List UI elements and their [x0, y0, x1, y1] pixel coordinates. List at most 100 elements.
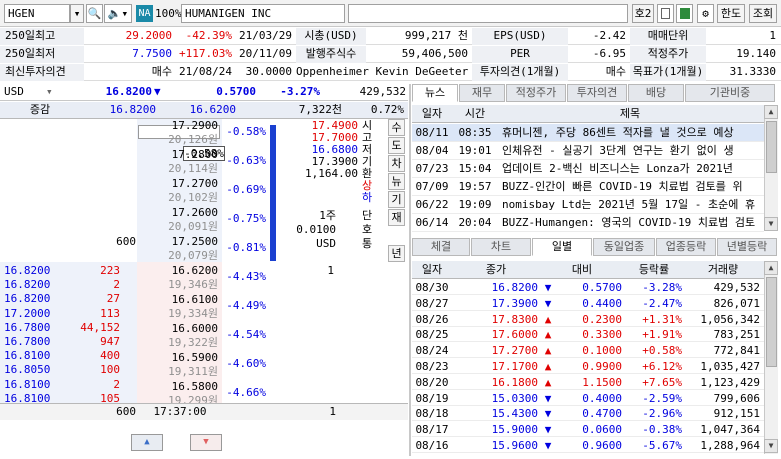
scroll-up-icon[interactable]: ▲ [764, 105, 778, 119]
tab-dividend[interactable]: 배당 [628, 84, 684, 102]
ccy-label: 통 [361, 237, 373, 250]
daily-row[interactable]: 08/18 15.4300 ▼ 0.4700 -2.96% 912,151 [412, 406, 764, 422]
tab-same-industry[interactable]: 동일업종 [593, 238, 655, 256]
info-value: 31.3330 [729, 65, 776, 78]
lookup-button[interactable]: 조회 [749, 4, 777, 23]
daily-change: 0.3300 [582, 328, 622, 342]
news-title[interactable]: BUZZ-인간이 빠른 COVID-19 치료법 검토를 위 [502, 178, 762, 196]
side-tab[interactable]: 도 [388, 137, 405, 154]
scroll-down-icon[interactable]: ▼ [764, 217, 778, 231]
search-icon[interactable]: 🔍 [86, 4, 103, 23]
ask-price[interactable]: 17.2700 [140, 177, 218, 191]
tab-chart[interactable]: 차트 [471, 238, 531, 256]
limit-button[interactable]: 한도 [717, 4, 745, 23]
bid-price[interactable]: 16.6000 [140, 322, 218, 336]
ask-price[interactable]: 17.2900 [140, 119, 218, 133]
scroll-up-button[interactable]: ▲ [131, 434, 163, 451]
news-title[interactable]: 업데이트 2-백신 비즈니스는 Lonza가 2021년 [502, 160, 762, 178]
info-label: 목표가(1개월) [630, 64, 706, 81]
symbol-dropdown-icon[interactable]: ▾ [70, 4, 84, 23]
news-title[interactable]: 휴머니젠, 주당 86센트 적자를 낼 것으로 예상 [502, 124, 762, 142]
bid-price[interactable]: 16.5900 [140, 351, 218, 365]
side-tab[interactable]: 기 [388, 191, 405, 208]
tab-opinion[interactable]: 투자의견 [567, 84, 627, 102]
min-tick: 0.0100 [296, 223, 336, 236]
scroll-thumb[interactable] [766, 277, 777, 367]
side-tab[interactable]: 수 [388, 119, 405, 136]
tab-industry-change[interactable]: 업종등락 [656, 238, 716, 256]
daily-scrollbar[interactable]: ▲ ▼ [764, 261, 778, 454]
news-row[interactable]: 06/14 20:04 BUZZ-Humangen: 영국의 COVID-19 치료… [412, 214, 764, 232]
side-tab[interactable]: 재 [388, 209, 405, 226]
tick-qty: 113 [100, 306, 120, 320]
daily-row[interactable]: 08/20 16.1800 ▲ 1.1500 +7.65% 1,123,429 [412, 375, 764, 390]
scroll-down-icon[interactable]: ▼ [764, 439, 778, 453]
news-row[interactable]: 07/23 15:04 업데이트 2-백신 비즈니스는 Lonza가 2021년 [412, 160, 764, 178]
symbol-input[interactable]: HGEN [4, 4, 70, 23]
screen-number-button[interactable]: 호2 [632, 4, 654, 23]
daily-volume: 1,288,964 [700, 439, 760, 452]
bid-price[interactable]: 16.5800 [140, 380, 218, 394]
ask-volume-bar [270, 125, 276, 261]
news-title[interactable]: nomisbay Ltd는 2021년 5월 17일 - 초순에 휴 [502, 196, 762, 214]
bid-price-krw: 19,334원 [168, 307, 218, 320]
news-row[interactable]: 06/22 19:09 nomisbay Ltd는 2021년 5월 17일 - 초… [412, 196, 764, 214]
scroll-up-icon[interactable]: ▲ [764, 261, 778, 275]
scroll-down-button[interactable]: ▼ [190, 434, 222, 451]
side-tab[interactable]: 차 [388, 155, 405, 172]
gear-icon[interactable]: ⚙ [697, 4, 714, 23]
footer-ask-qty: 600 [116, 405, 136, 418]
info-label: 매매단위 [630, 28, 706, 45]
document-icon[interactable] [657, 4, 674, 23]
info-value: 매수 [605, 65, 626, 78]
tick-price: 16.8100 [4, 349, 51, 363]
side-tab[interactable]: 뉴 [388, 173, 405, 190]
daily-row[interactable]: 08/24 17.2700 ▲ 0.1000 +0.58% 772,841 [412, 343, 764, 359]
daily-volume: 799,606 [713, 391, 760, 405]
ask-price[interactable]: 17.2800 [140, 148, 218, 162]
news-row[interactable]: 08/04 19:01 인체유전 - 실공기 3단계 연구는 환기 없이 생 [412, 142, 764, 160]
tab-trades[interactable]: 체결 [412, 238, 470, 256]
daily-row[interactable]: 08/25 17.6000 ▲ 0.3300 +1.91% 783,251 [412, 327, 764, 343]
daily-volume: 826,071 [713, 296, 760, 310]
news-scrollbar[interactable]: ▲ ▼ [764, 105, 778, 231]
tab-news[interactable]: 뉴스 [412, 84, 458, 102]
daily-row[interactable]: 08/16 15.9600 ▼ 0.9600 -5.67% 1,288,964 [412, 438, 764, 453]
tab-institution[interactable]: 기관비중 [685, 84, 775, 102]
bid-price[interactable]: 16.6100 [140, 293, 218, 307]
tab-daily[interactable]: 일별 [532, 238, 592, 256]
ask-pct: -0.69% [226, 183, 266, 196]
ask-total: 16.6200 [189, 103, 236, 116]
tab-fair-price[interactable]: 적정주가 [506, 84, 566, 102]
info-value: 999,217 천 [404, 29, 468, 42]
info-label: 투자의견(1개월) [472, 64, 568, 81]
currency-select[interactable]: USD [4, 84, 44, 100]
daily-row[interactable]: 08/27 17.3900 ▼ 0.4400 -2.47% 826,071 [412, 296, 764, 311]
daily-volume: 1,035,427 [700, 360, 760, 373]
news-title[interactable]: 인체유전 - 실공기 3단계 연구는 환기 없이 생 [502, 142, 762, 160]
news-row[interactable]: 08/11 08:35 휴머니젠, 주당 86센트 적자를 낼 것으로 예상 [412, 124, 764, 142]
tick-qty: 2 [113, 278, 120, 292]
daily-row[interactable]: 08/23 17.1700 ▲ 0.9900 +6.12% 1,035,427 [412, 359, 764, 374]
daily-row[interactable]: 08/30 16.8200 ▼ 0.5700 -3.28% 429,532 [412, 280, 764, 295]
tab-finance[interactable]: 재무 [459, 84, 505, 102]
speaker-icon[interactable]: 🔈▾ [104, 4, 132, 23]
daily-row[interactable]: 08/19 15.0300 ▼ 0.4000 -2.59% 799,606 [412, 391, 764, 406]
scroll-thumb[interactable] [766, 121, 777, 173]
chevron-down-icon[interactable]: ▾ [46, 84, 56, 100]
excel-icon[interactable] [676, 4, 693, 23]
ask-price[interactable]: 17.2500 [140, 235, 218, 249]
bid-price[interactable]: 16.6200 [140, 264, 218, 278]
daily-pct: -2.47% [642, 296, 682, 310]
news-title[interactable]: BUZZ-Humangen: 영국의 COVID-19 치료법 검토 [502, 214, 762, 232]
daily-row[interactable]: 08/17 15.9000 ▼ 0.0600 -0.38% 1,047,364 [412, 422, 764, 438]
daily-date: 08/23 [415, 360, 449, 373]
news-row[interactable]: 07/09 19:57 BUZZ-인간이 빠른 COVID-19 치료법 검토를 위 [412, 178, 764, 196]
info-row-1: 250일최고 29.2000 -42.39% 21/03/29 시총(USD) … [0, 28, 781, 45]
daily-row[interactable]: 08/26 17.8300 ▲ 0.2300 +1.31% 1,056,342 [412, 312, 764, 327]
tab-yearly-change[interactable]: 년별등락 [717, 238, 777, 256]
side-tab[interactable]: 년 [388, 245, 405, 262]
memo-field[interactable] [348, 4, 628, 23]
tick-price: 16.8200 [4, 264, 51, 277]
ask-price[interactable]: 17.2600 [140, 206, 218, 220]
